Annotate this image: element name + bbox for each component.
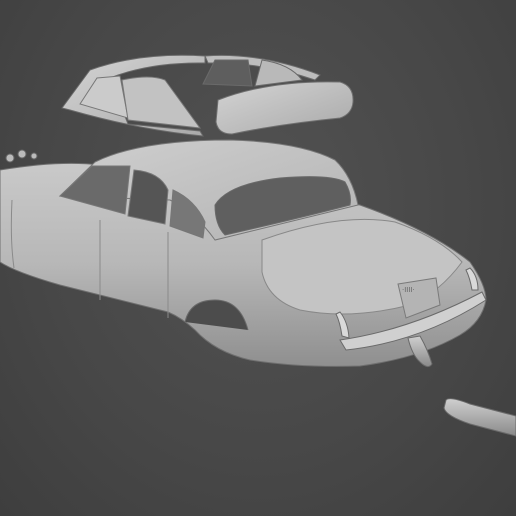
badge-emblem: ·IIII· [402, 286, 415, 294]
rear-windscreen-glass[interactable] [215, 81, 354, 135]
car-body[interactable]: ·IIII· [0, 139, 487, 367]
rear-bumper-piece[interactable] [443, 398, 516, 437]
viewport-canvas[interactable]: ·IIII· [0, 0, 516, 516]
3d-viewport[interactable]: ·IIII· [0, 0, 516, 516]
